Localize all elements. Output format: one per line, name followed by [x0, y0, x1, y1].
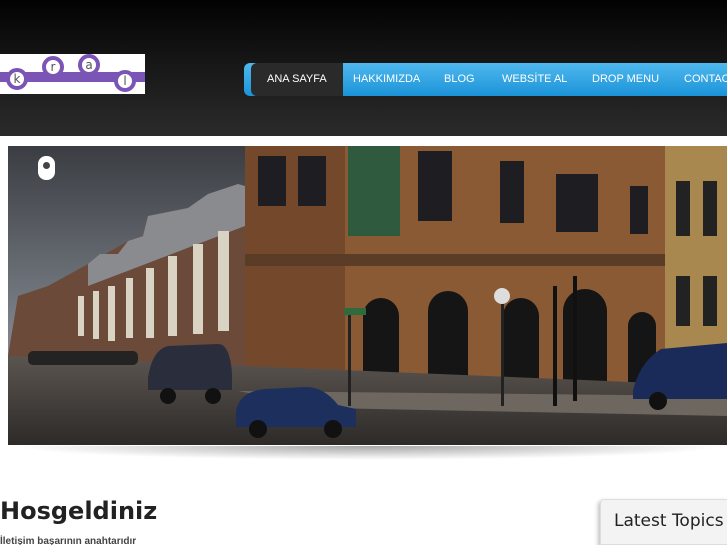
page-subtitle: İletişim başarının anahtarıdır	[0, 536, 137, 545]
logo-letter-a: a	[78, 54, 100, 76]
slider-shadow	[10, 446, 727, 460]
nav-item-contact[interactable]: CONTACT	[684, 63, 727, 96]
site-header: k r a l ANA SAYFA HAKKIMIZDA BLOG WEBSİT…	[0, 0, 727, 136]
logo-letter-l: l	[114, 70, 136, 92]
nav-item-blog[interactable]: BLOG	[444, 63, 475, 96]
site-logo[interactable]: k r a l	[0, 54, 145, 94]
main-nav: ANA SAYFA HAKKIMIZDA BLOG WEBSİTE AL DRO…	[244, 63, 727, 96]
nav-item-website-al[interactable]: WEBSİTE AL	[502, 63, 567, 96]
page-title: Hosgeldiniz	[0, 497, 158, 525]
slider-indicator-icon[interactable]	[38, 156, 55, 180]
logo-letter-k: k	[6, 68, 28, 90]
hero-slider[interactable]	[8, 146, 727, 445]
latest-topics-box: Latest Topics	[600, 499, 727, 545]
logo-letter-r: r	[42, 56, 64, 78]
nav-item-ana-sayfa[interactable]: ANA SAYFA	[251, 63, 343, 96]
nav-item-hakkimizda[interactable]: HAKKIMIZDA	[353, 63, 420, 96]
street-corner-photo	[8, 146, 727, 445]
nav-item-drop-menu[interactable]: DROP MENU	[592, 63, 659, 96]
latest-topics-title: Latest Topics	[614, 511, 724, 531]
